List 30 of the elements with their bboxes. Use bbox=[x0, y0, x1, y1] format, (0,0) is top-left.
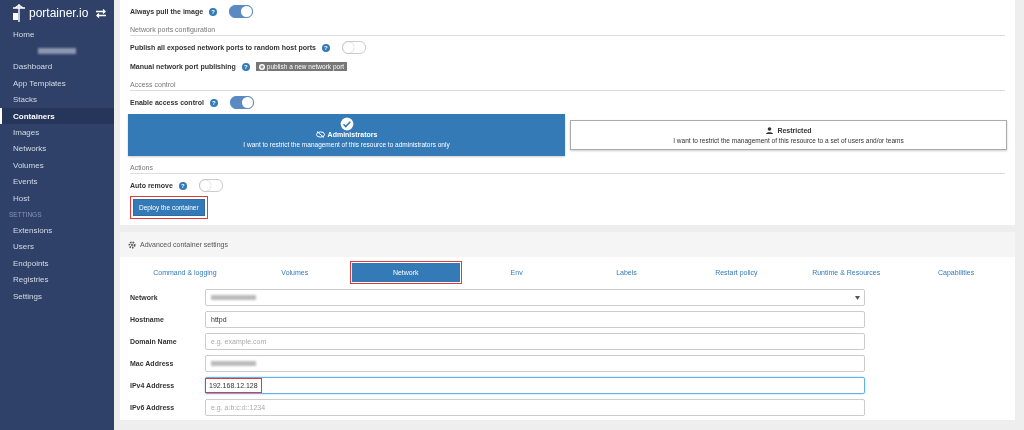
gear-icon bbox=[128, 240, 136, 249]
sidebar-item[interactable]: Settings bbox=[0, 287, 114, 305]
logo-text: portainer.io bbox=[29, 6, 90, 20]
users-icon bbox=[765, 126, 775, 134]
plus-circle-icon bbox=[258, 63, 265, 70]
check-circle-icon bbox=[338, 116, 355, 132]
sidebar-item[interactable]: Volumes bbox=[0, 157, 114, 174]
sidebar-item[interactable]: App Templates bbox=[0, 75, 114, 92]
sidebar-item[interactable]: Endpoints bbox=[0, 255, 114, 272]
sidebar-item[interactable]: Home bbox=[0, 26, 114, 43]
toggle-switch[interactable] bbox=[229, 96, 254, 109]
sidebar-item[interactable]: Extensions bbox=[0, 222, 114, 239]
select-field[interactable] bbox=[205, 288, 865, 306]
swap-arrows-icon[interactable] bbox=[96, 8, 106, 18]
toggle-switch[interactable] bbox=[341, 41, 366, 54]
caret-icon bbox=[855, 295, 860, 300]
toggle-switch[interactable] bbox=[229, 5, 254, 18]
eye-slash-icon bbox=[315, 130, 325, 138]
sidebar-item[interactable]: Dashboard bbox=[0, 58, 114, 76]
crane-logo-icon bbox=[12, 4, 26, 22]
sidebar-item[interactable]: Events bbox=[0, 173, 114, 190]
input-field[interactable] bbox=[205, 354, 865, 372]
toggle-switch[interactable] bbox=[198, 179, 223, 192]
sidebar-item[interactable]: Users bbox=[0, 238, 114, 256]
sidebar-item[interactable]: Images bbox=[0, 124, 114, 141]
sidebar-item[interactable]: Host bbox=[0, 189, 114, 207]
sidebar-item[interactable]: Networks bbox=[0, 140, 114, 158]
sidebar-item[interactable]: Registries bbox=[0, 271, 114, 288]
sidebar-item[interactable]: Stacks bbox=[0, 91, 114, 108]
sidebar-item[interactable]: Containers bbox=[0, 107, 114, 125]
